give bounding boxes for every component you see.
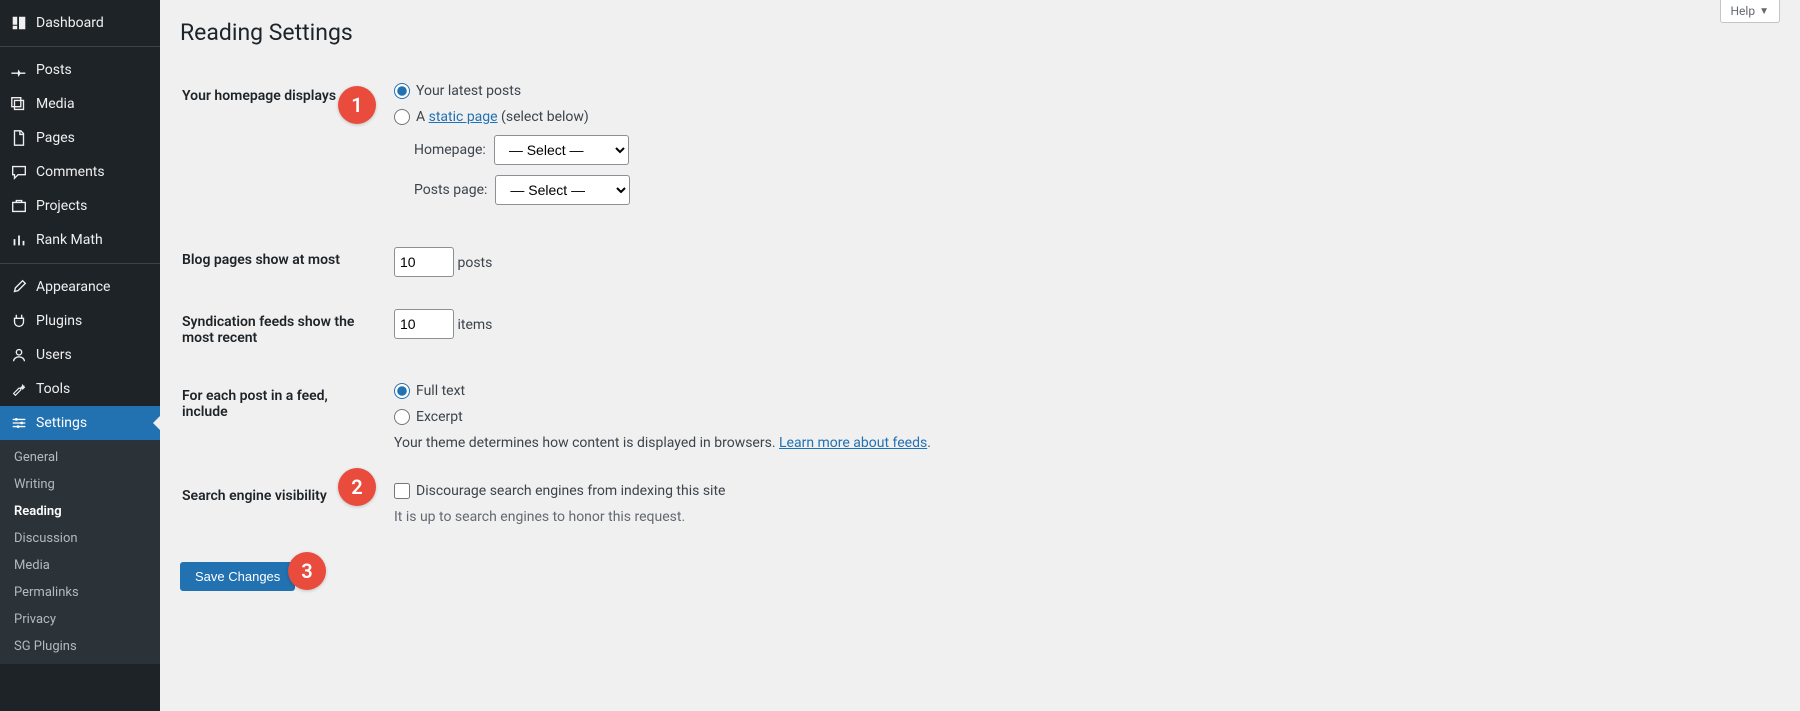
chart-icon — [10, 231, 28, 249]
submenu-privacy[interactable]: Privacy — [0, 606, 160, 633]
sidebar-item-dashboard[interactable]: Dashboard — [0, 6, 160, 40]
submenu-reading[interactable]: Reading — [0, 498, 160, 525]
annotation-2: 2 — [338, 468, 376, 506]
checkbox-discourage-label[interactable]: Discourage search engines from indexing … — [416, 483, 725, 499]
radio-excerpt-label[interactable]: Excerpt — [416, 409, 463, 425]
sidebar-item-settings[interactable]: Settings — [0, 406, 160, 440]
admin-sidebar: Dashboard Posts Media Pages Comments Pro… — [0, 0, 160, 711]
main-content: Help ▼ Reading Settings Your homepage di… — [160, 0, 1800, 711]
sidebar-label: Media — [36, 96, 75, 112]
radio-latest-posts-label[interactable]: Your latest posts — [416, 83, 521, 99]
syndication-input[interactable] — [394, 309, 454, 339]
posts-page-select[interactable]: — Select — — [495, 175, 630, 205]
radio-excerpt[interactable] — [394, 409, 410, 425]
sidebar-label: Plugins — [36, 313, 82, 329]
radio-full-text[interactable] — [394, 383, 410, 399]
chevron-down-icon: ▼ — [1759, 6, 1769, 17]
portfolio-icon — [10, 197, 28, 215]
media-icon — [10, 95, 28, 113]
user-icon — [10, 346, 28, 364]
sliders-icon — [10, 414, 28, 432]
plug-icon — [10, 312, 28, 330]
comment-icon — [10, 163, 28, 181]
sidebar-label: Settings — [36, 415, 87, 431]
sidebar-item-plugins[interactable]: Plugins — [0, 304, 160, 338]
discourage-note: It is up to search engines to honor this… — [394, 509, 1768, 525]
syndication-suffix: items — [457, 317, 492, 333]
submenu-discussion[interactable]: Discussion — [0, 525, 160, 552]
wrench-icon — [10, 380, 28, 398]
feed-theme-note: Your theme determines how content is dis… — [394, 435, 1768, 451]
homepage-select-label: Homepage: — [414, 142, 486, 158]
sidebar-label: Posts — [36, 62, 72, 78]
feed-note-prefix: Your theme determines how content is dis… — [394, 435, 779, 451]
posts-page-select-label: Posts page: — [414, 182, 487, 198]
static-prefix: A — [416, 109, 429, 125]
submenu-permalinks[interactable]: Permalinks — [0, 579, 160, 606]
sidebar-label: Tools — [36, 381, 70, 397]
sidebar-item-appearance[interactable]: Appearance — [0, 270, 160, 304]
sidebar-item-projects[interactable]: Projects — [0, 189, 160, 223]
radio-static-page-label[interactable]: A static page (select below) — [416, 109, 589, 125]
sidebar-label: Projects — [36, 198, 87, 214]
sidebar-item-tools[interactable]: Tools — [0, 372, 160, 406]
sidebar-item-users[interactable]: Users — [0, 338, 160, 372]
annotation-1: 1 — [338, 86, 376, 124]
help-tab[interactable]: Help ▼ — [1720, 0, 1781, 23]
radio-latest-posts[interactable] — [394, 83, 410, 99]
sidebar-item-rankmath[interactable]: Rank Math — [0, 223, 160, 257]
feed-learn-more-link[interactable]: Learn more about feeds — [779, 435, 927, 451]
sidebar-label: Users — [36, 347, 72, 363]
checkbox-discourage[interactable] — [394, 483, 410, 499]
sidebar-label: Comments — [36, 164, 105, 180]
annotation-3: 3 — [288, 552, 326, 590]
sidebar-label: Pages — [36, 130, 75, 146]
submenu-media[interactable]: Media — [0, 552, 160, 579]
feed-note-suffix: . — [927, 435, 931, 451]
homepage-select[interactable]: — Select — — [494, 135, 629, 165]
submenu-general[interactable]: General — [0, 444, 160, 471]
blog-pages-input[interactable] — [394, 247, 454, 277]
submenu-sgplugins[interactable]: SG Plugins — [0, 633, 160, 660]
sidebar-item-media[interactable]: Media — [0, 87, 160, 121]
sidebar-item-posts[interactable]: Posts — [0, 53, 160, 87]
pin-icon — [10, 61, 28, 79]
dashboard-icon — [10, 14, 28, 32]
save-button[interactable]: Save Changes — [180, 562, 295, 591]
radio-static-page[interactable] — [394, 109, 410, 125]
label-syndication: Syndication feeds show the most recent — [182, 294, 382, 366]
label-blog-pages: Blog pages show at most — [182, 232, 382, 292]
sidebar-label: Dashboard — [36, 15, 104, 31]
static-suffix: (select below) — [498, 109, 589, 125]
label-feed-include: For each post in a feed, include — [182, 368, 382, 466]
static-page-link[interactable]: static page — [429, 109, 498, 125]
page-title: Reading Settings — [180, 10, 1780, 66]
sidebar-label: Appearance — [36, 279, 110, 295]
page-icon — [10, 129, 28, 147]
blog-pages-suffix: posts — [457, 255, 492, 271]
help-label: Help — [1731, 4, 1756, 18]
sidebar-item-comments[interactable]: Comments — [0, 155, 160, 189]
brush-icon — [10, 278, 28, 296]
submenu-writing[interactable]: Writing — [0, 471, 160, 498]
radio-full-text-label[interactable]: Full text — [416, 383, 465, 399]
sidebar-item-pages[interactable]: Pages — [0, 121, 160, 155]
settings-submenu: General Writing Reading Discussion Media… — [0, 440, 160, 664]
sidebar-label: Rank Math — [36, 232, 103, 248]
